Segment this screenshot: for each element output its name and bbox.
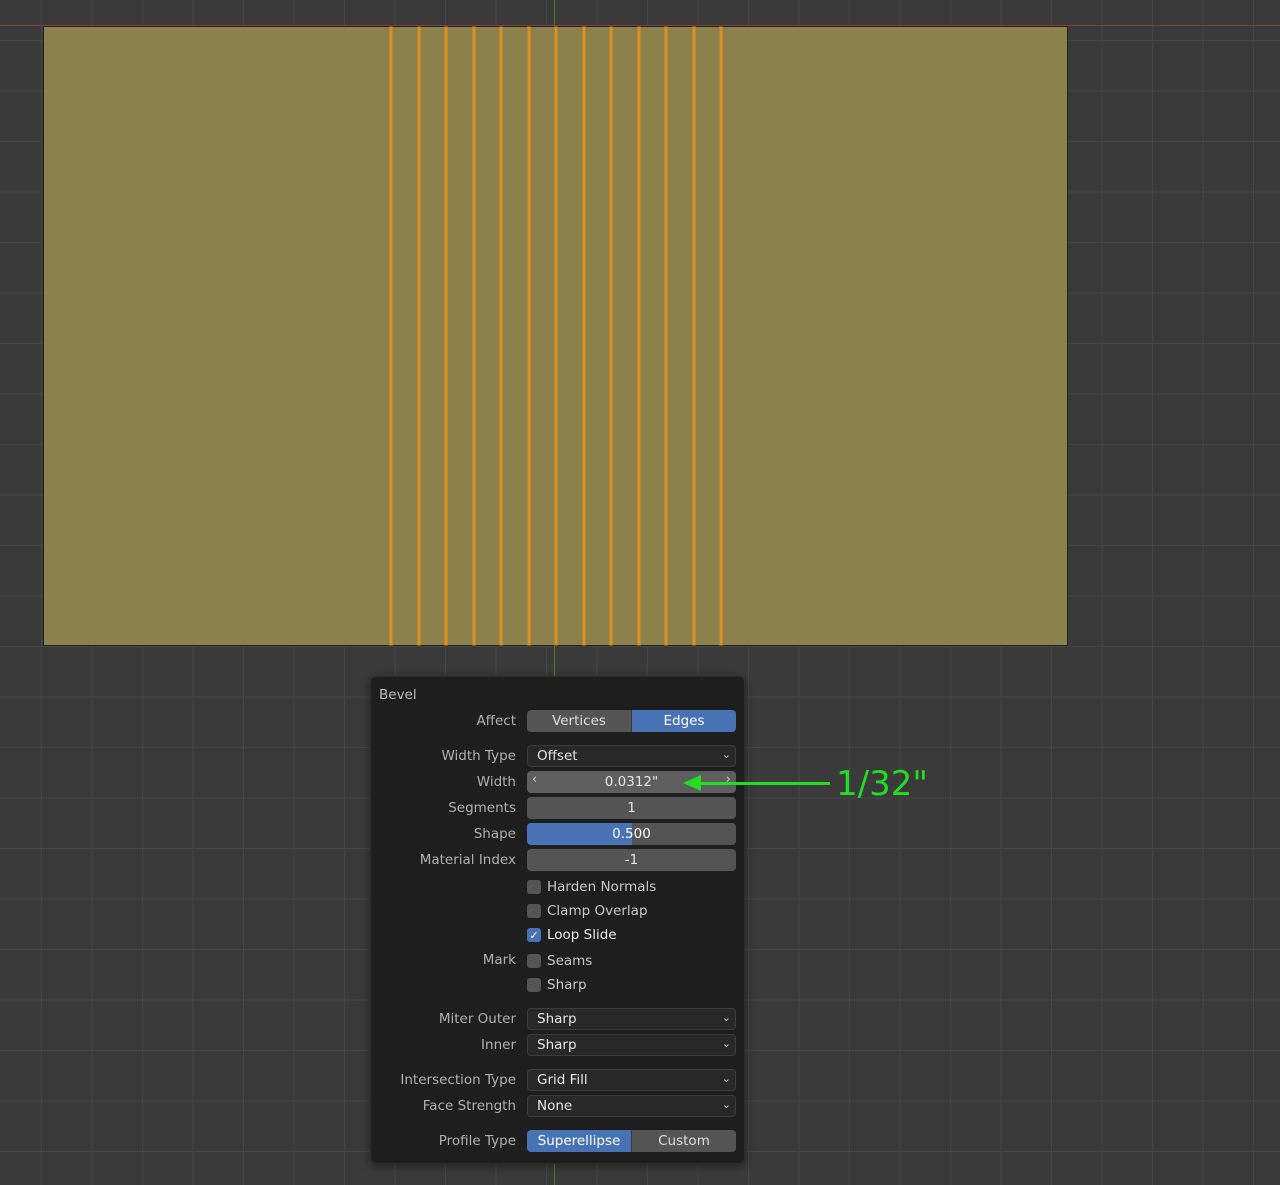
- miter-inner-label: Inner: [481, 1037, 516, 1053]
- checkbox-box: [527, 978, 541, 992]
- loop-slide-checkbox[interactable]: ✓ Loop Slide: [527, 926, 617, 944]
- shape-label: Shape: [473, 826, 516, 842]
- checkbox-box: [527, 904, 541, 918]
- mark-seams-checkbox[interactable]: Seams: [527, 952, 592, 970]
- affect-label: Affect: [476, 713, 516, 729]
- width-value: 0.0312": [604, 774, 659, 790]
- width-type-label: Width Type: [441, 748, 516, 764]
- checkbox-box: [527, 954, 541, 968]
- bevel-operator-panel: Bevel Affect Vertices Edges Width Type O…: [370, 676, 745, 1164]
- annotation-text: 1/32": [836, 764, 928, 804]
- selected-edge-loop[interactable]: [527, 27, 530, 645]
- harden-normals-checkbox[interactable]: Harden Normals: [527, 878, 656, 896]
- panel-title: Bevel: [379, 687, 417, 703]
- miter-inner-dropdown[interactable]: Sharp ⌄: [527, 1034, 736, 1056]
- selected-edge-loop[interactable]: [637, 27, 640, 645]
- harden-normals-label: Harden Normals: [547, 879, 657, 895]
- profile-custom-button[interactable]: Custom: [631, 1130, 736, 1152]
- mesh-plane[interactable]: [43, 26, 1068, 646]
- width-type-value: Offset: [537, 748, 578, 764]
- selected-edge-loop[interactable]: [582, 27, 585, 645]
- mark-sharp-label: Sharp: [547, 977, 587, 993]
- selected-edge-loop[interactable]: [417, 27, 420, 645]
- chevron-down-icon: ⌄: [721, 1098, 731, 1111]
- chevron-down-icon: ⌄: [721, 1011, 731, 1024]
- face-strength-label: Face Strength: [422, 1098, 516, 1114]
- selected-edge-loop[interactable]: [692, 27, 695, 645]
- checkbox-box: [527, 880, 541, 894]
- checkmark-icon: ✓: [527, 928, 541, 942]
- miter-outer-dropdown[interactable]: Sharp ⌄: [527, 1008, 736, 1030]
- clamp-overlap-label: Clamp Overlap: [547, 903, 648, 919]
- material-index-field[interactable]: -1: [527, 849, 736, 871]
- profile-superellipse-button[interactable]: Superellipse: [527, 1130, 631, 1152]
- face-strength-dropdown[interactable]: None ⌄: [527, 1095, 736, 1117]
- intersection-type-dropdown[interactable]: Grid Fill ⌄: [527, 1069, 736, 1091]
- annotation-arrowhead-icon: [683, 775, 701, 791]
- annotation-arrow-line: [700, 782, 830, 785]
- material-index-value: -1: [624, 852, 639, 868]
- selected-edge-loop[interactable]: [610, 27, 612, 645]
- selected-edge-loop[interactable]: [555, 27, 557, 645]
- selected-edge-loop[interactable]: [720, 27, 722, 645]
- miter-inner-value: Sharp: [537, 1037, 577, 1053]
- intersection-type-label: Intersection Type: [400, 1072, 516, 1088]
- chevron-down-icon: ⌄: [721, 1037, 731, 1050]
- mark-sharp-checkbox[interactable]: Sharp: [527, 976, 587, 994]
- shape-value: 0.500: [612, 826, 651, 842]
- width-label: Width: [476, 774, 516, 790]
- face-strength-value: None: [537, 1098, 573, 1114]
- selected-edge-loop[interactable]: [390, 27, 392, 645]
- material-index-label: Material Index: [419, 852, 516, 868]
- selected-edge-loop[interactable]: [500, 27, 502, 645]
- affect-edges-button[interactable]: Edges: [631, 710, 736, 732]
- miter-outer-value: Sharp: [537, 1011, 577, 1027]
- affect-vertices-button[interactable]: Vertices: [527, 710, 631, 732]
- selected-edge-loop[interactable]: [472, 27, 475, 645]
- decrement-arrow-icon[interactable]: ‹: [532, 772, 537, 787]
- mark-seams-label: Seams: [547, 953, 593, 969]
- miter-outer-label: Miter Outer: [438, 1011, 516, 1027]
- chevron-down-icon: ⌄: [721, 1072, 731, 1085]
- selected-edge-loop[interactable]: [665, 27, 667, 645]
- mark-label: Mark: [482, 952, 516, 968]
- affect-toggle: Vertices Edges: [527, 710, 736, 732]
- segments-label: Segments: [448, 800, 516, 816]
- loop-slide-label: Loop Slide: [547, 927, 617, 943]
- shape-slider[interactable]: 0.500: [527, 823, 736, 845]
- intersection-type-value: Grid Fill: [537, 1072, 588, 1088]
- profile-type-toggle: Superellipse Custom: [527, 1130, 736, 1152]
- width-type-dropdown[interactable]: Offset ⌄: [527, 745, 736, 767]
- clamp-overlap-checkbox[interactable]: Clamp Overlap: [527, 902, 648, 920]
- selected-edge-loop[interactable]: [445, 27, 447, 645]
- profile-type-label: Profile Type: [438, 1133, 516, 1149]
- segments-value: 1: [627, 800, 636, 816]
- chevron-down-icon: ⌄: [721, 748, 731, 761]
- segments-field[interactable]: 1: [527, 797, 736, 819]
